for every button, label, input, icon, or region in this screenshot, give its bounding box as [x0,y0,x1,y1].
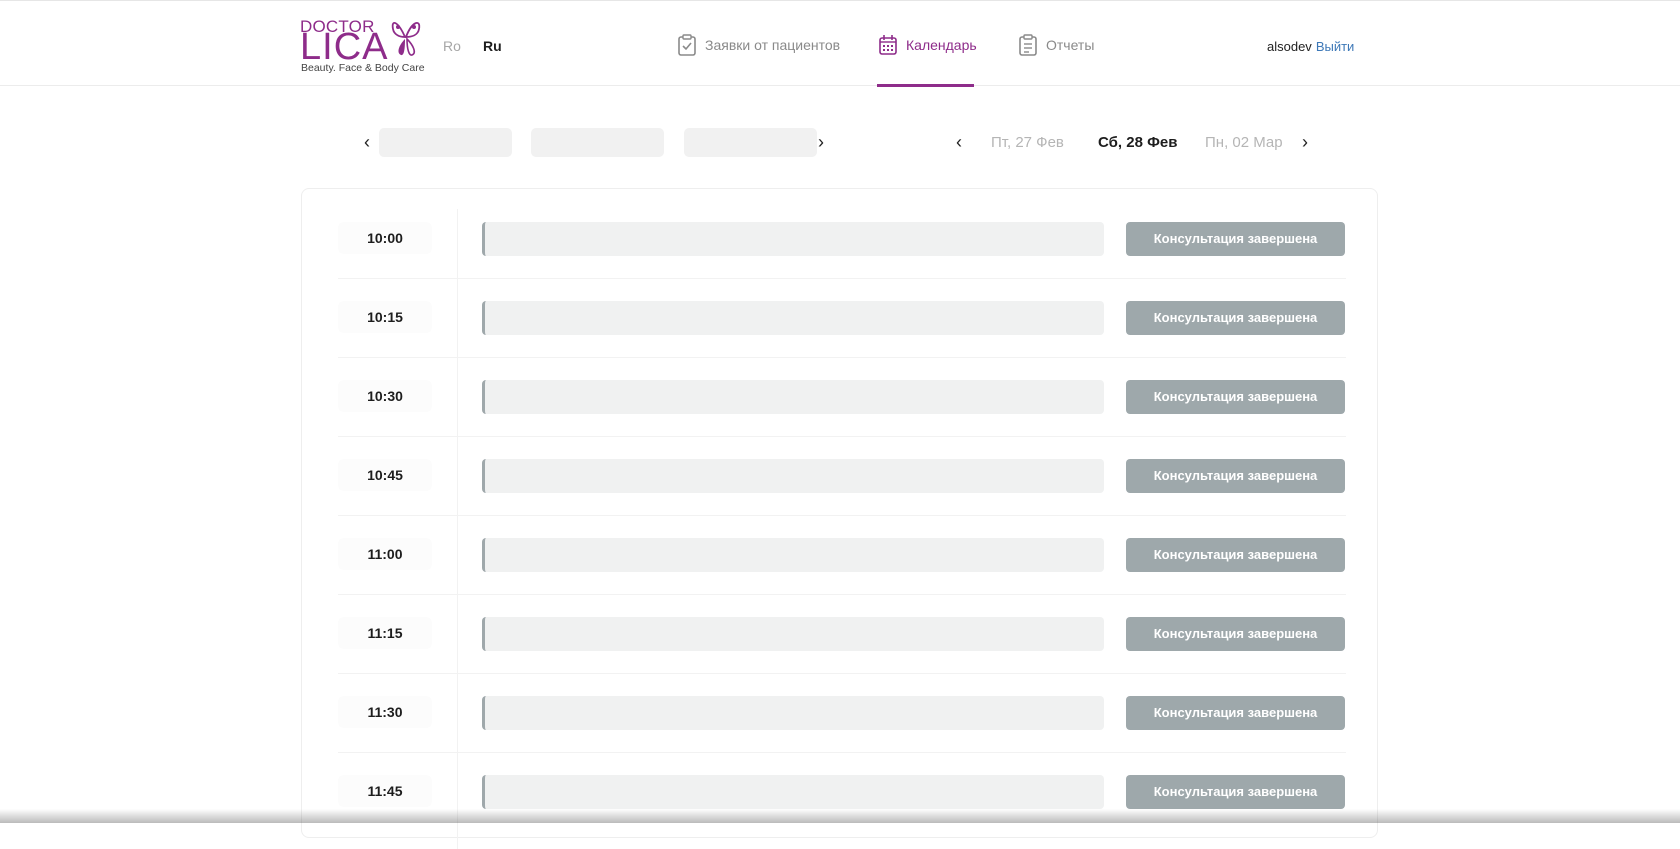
schedule-slot: 10:45 Консультация завершена [338,437,1346,516]
consultation-finished-button[interactable]: Консультация завершена [1126,696,1345,730]
slot-time: 10:00 [338,222,432,254]
consultation-finished-button[interactable]: Консультация завершена [1126,222,1345,256]
nav-reports-label: Отчеты [1046,37,1094,53]
active-tab-indicator [877,84,974,87]
slot-time: 11:15 [338,617,432,649]
consultation-finished-button[interactable]: Консультация завершена [1126,459,1345,493]
slot-appointment-bar[interactable] [482,301,1104,335]
day-next-chevron-icon[interactable]: › [1302,133,1308,151]
logo-tagline: Beauty. Face & Body Care [301,62,425,74]
schedule-slot: 11:00 Консультация завершена [338,516,1346,595]
slot-time: 10:45 [338,459,432,491]
consultation-finished-button[interactable]: Консультация завершена [1126,301,1345,335]
calendar-icon [878,34,898,56]
slot-time: 11:45 [338,775,432,807]
report-list-icon [1018,34,1038,56]
day-prev-link[interactable]: Пт, 27 Фев [991,134,1064,151]
schedule-slot: 10:30 Консультация завершена [338,358,1346,437]
schedule-panel: 10:00 Консультация завершена 10:15 Консу… [301,188,1378,838]
week-placeholder-2 [531,128,664,157]
window-bottom-shadow [0,809,1680,823]
lang-ro-link[interactable]: Ro [443,38,461,54]
day-next-link[interactable]: Пн, 02 Мар [1205,134,1283,151]
top-header: DOCTOR LICA Beauty. Face & Body Care Ro … [0,0,1680,86]
slot-appointment-bar[interactable] [482,222,1104,256]
schedule-slot: 10:00 Консультация завершена [338,200,1346,279]
username: alsodev [1267,39,1312,54]
week-prev-chevron-icon[interactable]: ‹ [364,133,370,151]
consultation-finished-button[interactable]: Консультация завершена [1126,775,1345,809]
nav-calendar-label: Календарь [906,37,977,53]
slot-time: 10:30 [338,380,432,412]
butterfly-icon [390,15,422,59]
clipboard-check-icon [677,34,697,56]
logout-link[interactable]: Выйти [1316,39,1355,54]
day-prev-chevron-icon[interactable]: ‹ [956,133,962,151]
schedule-slot: 10:15 Консультация завершена [338,279,1346,358]
consultation-finished-button[interactable]: Консультация завершена [1126,538,1345,572]
slot-appointment-bar[interactable] [482,538,1104,572]
slot-appointment-bar[interactable] [482,617,1104,651]
slot-time: 10:15 [338,301,432,333]
week-placeholder-1 [379,128,512,157]
schedule-slot: 11:15 Консультация завершена [338,595,1346,674]
nav-requests-label: Заявки от пациентов [705,37,840,53]
slot-time: 11:00 [338,538,432,570]
schedule-slot: 11:30 Консультация завершена [338,674,1346,753]
week-placeholder-3 [684,128,817,157]
brand-logo[interactable]: DOCTOR LICA Beauty. Face & Body Care [300,15,425,75]
consultation-finished-button[interactable]: Консультация завершена [1126,380,1345,414]
lang-ru-link[interactable]: Ru [483,38,502,54]
nav-patient-requests[interactable]: Заявки от пациентов [677,34,840,56]
nav-calendar[interactable]: Календарь [878,34,977,56]
consultation-finished-button[interactable]: Консультация завершена [1126,617,1345,651]
user-block: alsodev Выйти [1267,39,1354,54]
slot-appointment-bar[interactable] [482,459,1104,493]
slot-appointment-bar[interactable] [482,696,1104,730]
week-next-chevron-icon[interactable]: › [818,133,824,151]
slot-time: 11:30 [338,696,432,728]
nav-reports[interactable]: Отчеты [1018,34,1094,56]
slot-appointment-bar[interactable] [482,775,1104,809]
day-current: Сб, 28 Фев [1098,134,1177,151]
slot-appointment-bar[interactable] [482,380,1104,414]
logo-lica-text: LICA [300,27,388,67]
